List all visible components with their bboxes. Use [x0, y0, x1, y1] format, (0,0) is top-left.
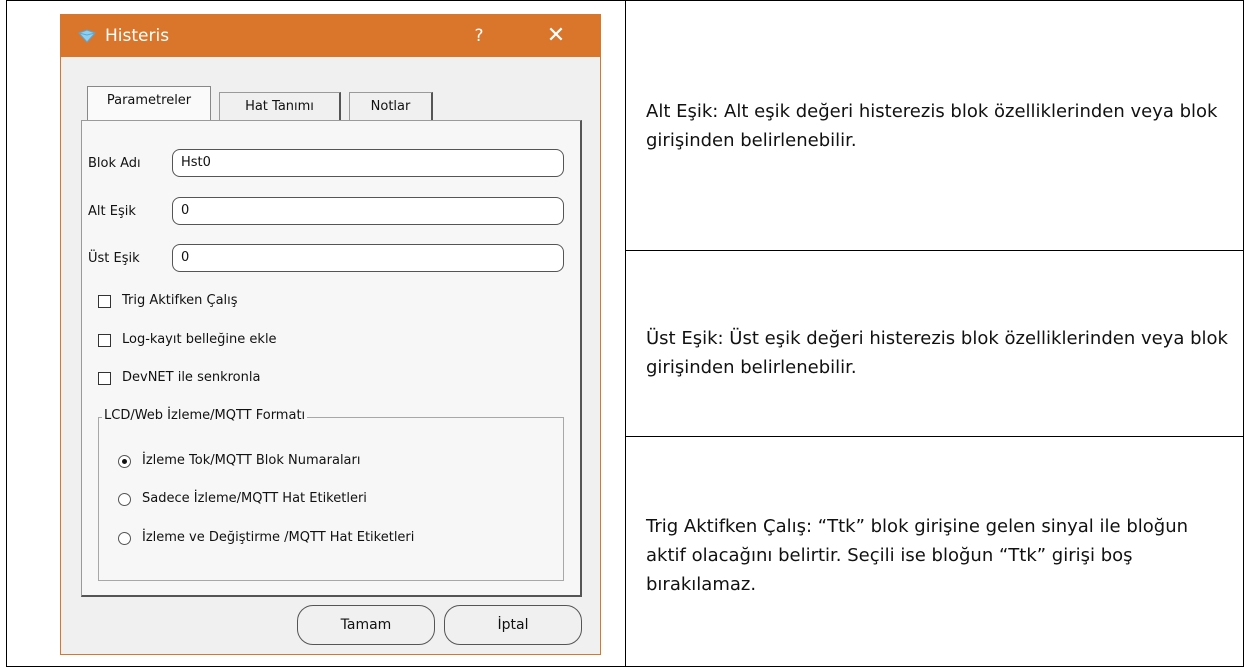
tamam-button[interactable]: Tamam	[297, 605, 435, 645]
checkbox-box[interactable]	[98, 295, 111, 308]
radio-label: Sadece İzleme/MQTT Hat Etiketleri	[142, 491, 367, 506]
iptal-button[interactable]: İptal	[444, 605, 582, 645]
ust-esik-label: Üst Eşik	[88, 251, 140, 266]
description-cell: Trig Aktifken Çalış: “Ttk” blok girişine…	[626, 436, 1244, 667]
radio-label: İzleme Tok/MQTT Blok Numaraları	[142, 453, 361, 468]
radio-button-selected[interactable]	[118, 455, 131, 468]
radio-label: İzleme ve Değiştirme /MQTT Hat Etiketler…	[142, 530, 415, 545]
checkbox-label: DevNET ile senkronla	[122, 370, 261, 385]
trig-aktifken-description: Trig Aktifken Çalış: “Ttk” blok girişine…	[646, 516, 1189, 595]
dialog-title: Histeris	[105, 26, 170, 46]
blok-adi-input[interactable]: Hst0	[172, 149, 564, 177]
alt-esik-input[interactable]: 0	[172, 197, 564, 225]
title-bar: Histeris ? ✕	[61, 15, 600, 57]
tab-notlar[interactable]: Notlar	[349, 92, 433, 120]
description-cell: Alt Eşik: Alt eşik değeri histerezis blo…	[626, 0, 1244, 250]
tab-parametreler[interactable]: Parametreler	[87, 86, 211, 122]
format-group-title: LCD/Web İzleme/MQTT Formatı	[102, 408, 308, 423]
tab-hat-tanimi[interactable]: Hat Tanımı	[219, 92, 341, 120]
alt-esik-label: Alt Eşik	[88, 204, 136, 219]
ust-esik-input[interactable]: 0	[172, 244, 564, 272]
checkbox-box[interactable]	[98, 334, 111, 347]
radio-button[interactable]	[118, 493, 131, 506]
alt-esik-description: Alt Eşik: Alt eşik değeri histerezis blo…	[646, 101, 1218, 151]
close-button[interactable]: ✕	[536, 21, 576, 51]
parametreler-panel: Blok Adı Hst0 Alt Eşik 0 Üst Eşik 0 Trig…	[81, 120, 582, 597]
checkbox-label: Trig Aktifken Çalış	[122, 293, 238, 308]
blok-adi-label: Blok Adı	[88, 156, 141, 171]
histeris-dialog: Histeris ? ✕ Parametreler Hat Tanımı Not…	[60, 14, 601, 655]
checkbox-box[interactable]	[98, 372, 111, 385]
checkbox-label: Log-kayıt belleğine ekle	[122, 332, 277, 347]
radio-button[interactable]	[118, 532, 131, 545]
app-logo-icon	[78, 29, 96, 43]
description-cell: Üst Eşik: Üst eşik değeri histerezis blo…	[626, 250, 1244, 436]
ust-esik-description: Üst Eşik: Üst eşik değeri histerezis blo…	[646, 328, 1228, 378]
description-column: Alt Eşik: Alt eşik değeri histerezis blo…	[626, 0, 1244, 667]
help-button[interactable]: ?	[464, 23, 494, 49]
